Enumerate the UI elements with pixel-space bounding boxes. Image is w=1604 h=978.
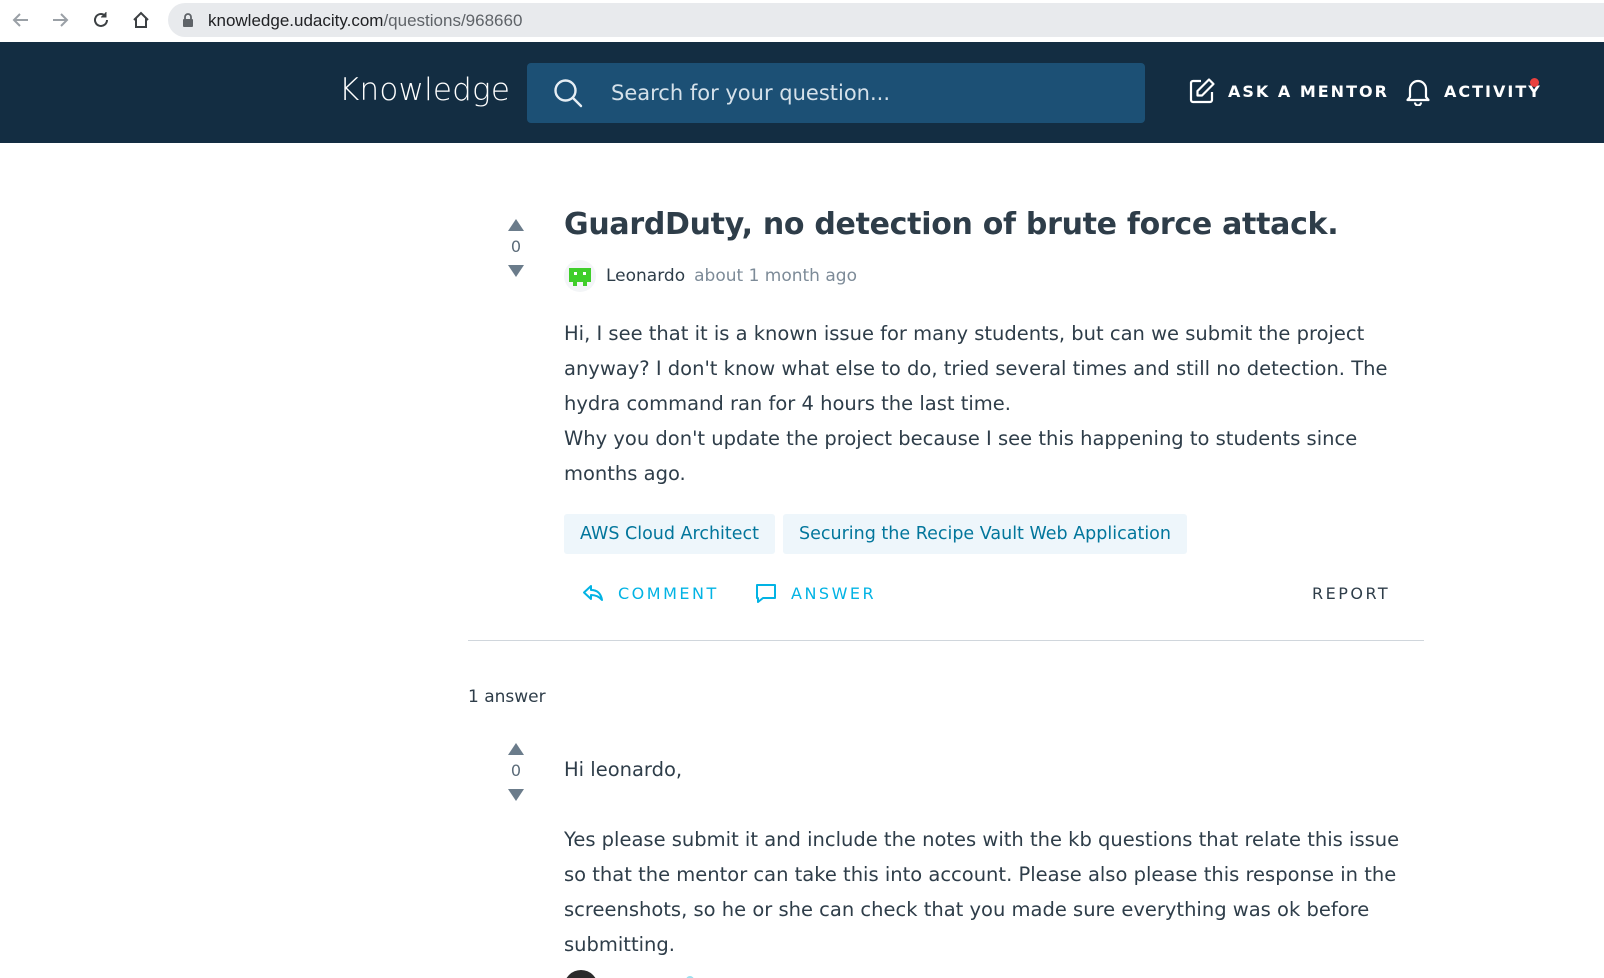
browser-toolbar: knowledge.udacity.com/questions/968660 bbox=[0, 0, 1604, 42]
question-tags: AWS Cloud Architect Securing the Recipe … bbox=[564, 514, 1187, 554]
site-logo[interactable]: Knowledge bbox=[339, 72, 510, 108]
chat-icon bbox=[756, 584, 776, 603]
tag-recipe-vault[interactable]: Securing the Recipe Vault Web Applicatio… bbox=[783, 514, 1187, 554]
site-header: Knowledge ASK A MENTOR ACTIVITY bbox=[0, 42, 1604, 143]
url-text: knowledge.udacity.com/questions/968660 bbox=[208, 11, 523, 30]
question-paragraph: Why you don't update the project because… bbox=[564, 427, 1358, 485]
avatar-icon bbox=[569, 268, 591, 286]
post-time: about 1 month ago bbox=[694, 266, 857, 286]
answer-label: ANSWER bbox=[791, 583, 877, 603]
author-name[interactable]: Leonardo bbox=[606, 266, 685, 286]
answer-vote: 0 bbox=[501, 743, 531, 801]
question-body: Hi, I see that it is a known issue for m… bbox=[564, 316, 1414, 491]
upvote-icon[interactable] bbox=[508, 743, 524, 755]
ask-mentor-label: ASK A MENTOR bbox=[1228, 81, 1389, 101]
forward-icon[interactable] bbox=[47, 7, 73, 33]
answer-vote-count: 0 bbox=[510, 761, 522, 780]
comment-button[interactable]: COMMENT bbox=[582, 578, 719, 608]
upvote-icon[interactable] bbox=[508, 219, 524, 231]
downvote-icon[interactable] bbox=[508, 789, 524, 801]
home-icon[interactable] bbox=[128, 7, 154, 33]
reload-icon[interactable] bbox=[88, 7, 114, 33]
report-label: REPORT bbox=[1312, 583, 1391, 603]
address-bar[interactable]: knowledge.udacity.com/questions/968660 bbox=[168, 3, 1604, 37]
report-button[interactable]: REPORT bbox=[1312, 578, 1390, 608]
question-paragraph: Hi, I see that it is a known issue for m… bbox=[564, 322, 1388, 415]
answers-count: 1 answer bbox=[468, 687, 546, 707]
answer-greeting: Hi leonardo, bbox=[564, 758, 683, 781]
question-title: GuardDuty, no detection of brute force a… bbox=[564, 207, 1339, 242]
notification-badge bbox=[1530, 78, 1539, 87]
activity-button[interactable]: ACTIVITY bbox=[1404, 74, 1542, 108]
activity-label: ACTIVITY bbox=[1444, 81, 1542, 101]
avatar[interactable] bbox=[564, 260, 596, 292]
search-box[interactable] bbox=[527, 63, 1145, 123]
edit-icon bbox=[1189, 78, 1215, 104]
back-icon[interactable] bbox=[8, 7, 34, 33]
ask-mentor-button[interactable]: ASK A MENTOR bbox=[1188, 74, 1389, 108]
divider bbox=[468, 640, 1424, 641]
answer-body: Hi leonardo, Yes please submit it and in… bbox=[564, 752, 1414, 962]
lock-icon bbox=[183, 13, 193, 27]
question-vote-count: 0 bbox=[510, 237, 522, 256]
search-icon bbox=[554, 79, 583, 108]
bell-icon bbox=[1406, 79, 1430, 106]
question-author: Leonardo about 1 month ago bbox=[564, 260, 857, 292]
comment-label: COMMENT bbox=[618, 583, 719, 603]
reply-icon bbox=[583, 585, 603, 601]
question-vote: 0 bbox=[501, 219, 531, 277]
tag-aws-cloud-architect[interactable]: AWS Cloud Architect bbox=[564, 514, 776, 554]
avatar[interactable] bbox=[564, 970, 598, 978]
downvote-icon[interactable] bbox=[508, 265, 524, 277]
search-input[interactable] bbox=[611, 63, 1121, 123]
answer-button[interactable]: ANSWER bbox=[755, 578, 876, 608]
answer-paragraph: Yes please submit it and include the not… bbox=[564, 828, 1400, 956]
